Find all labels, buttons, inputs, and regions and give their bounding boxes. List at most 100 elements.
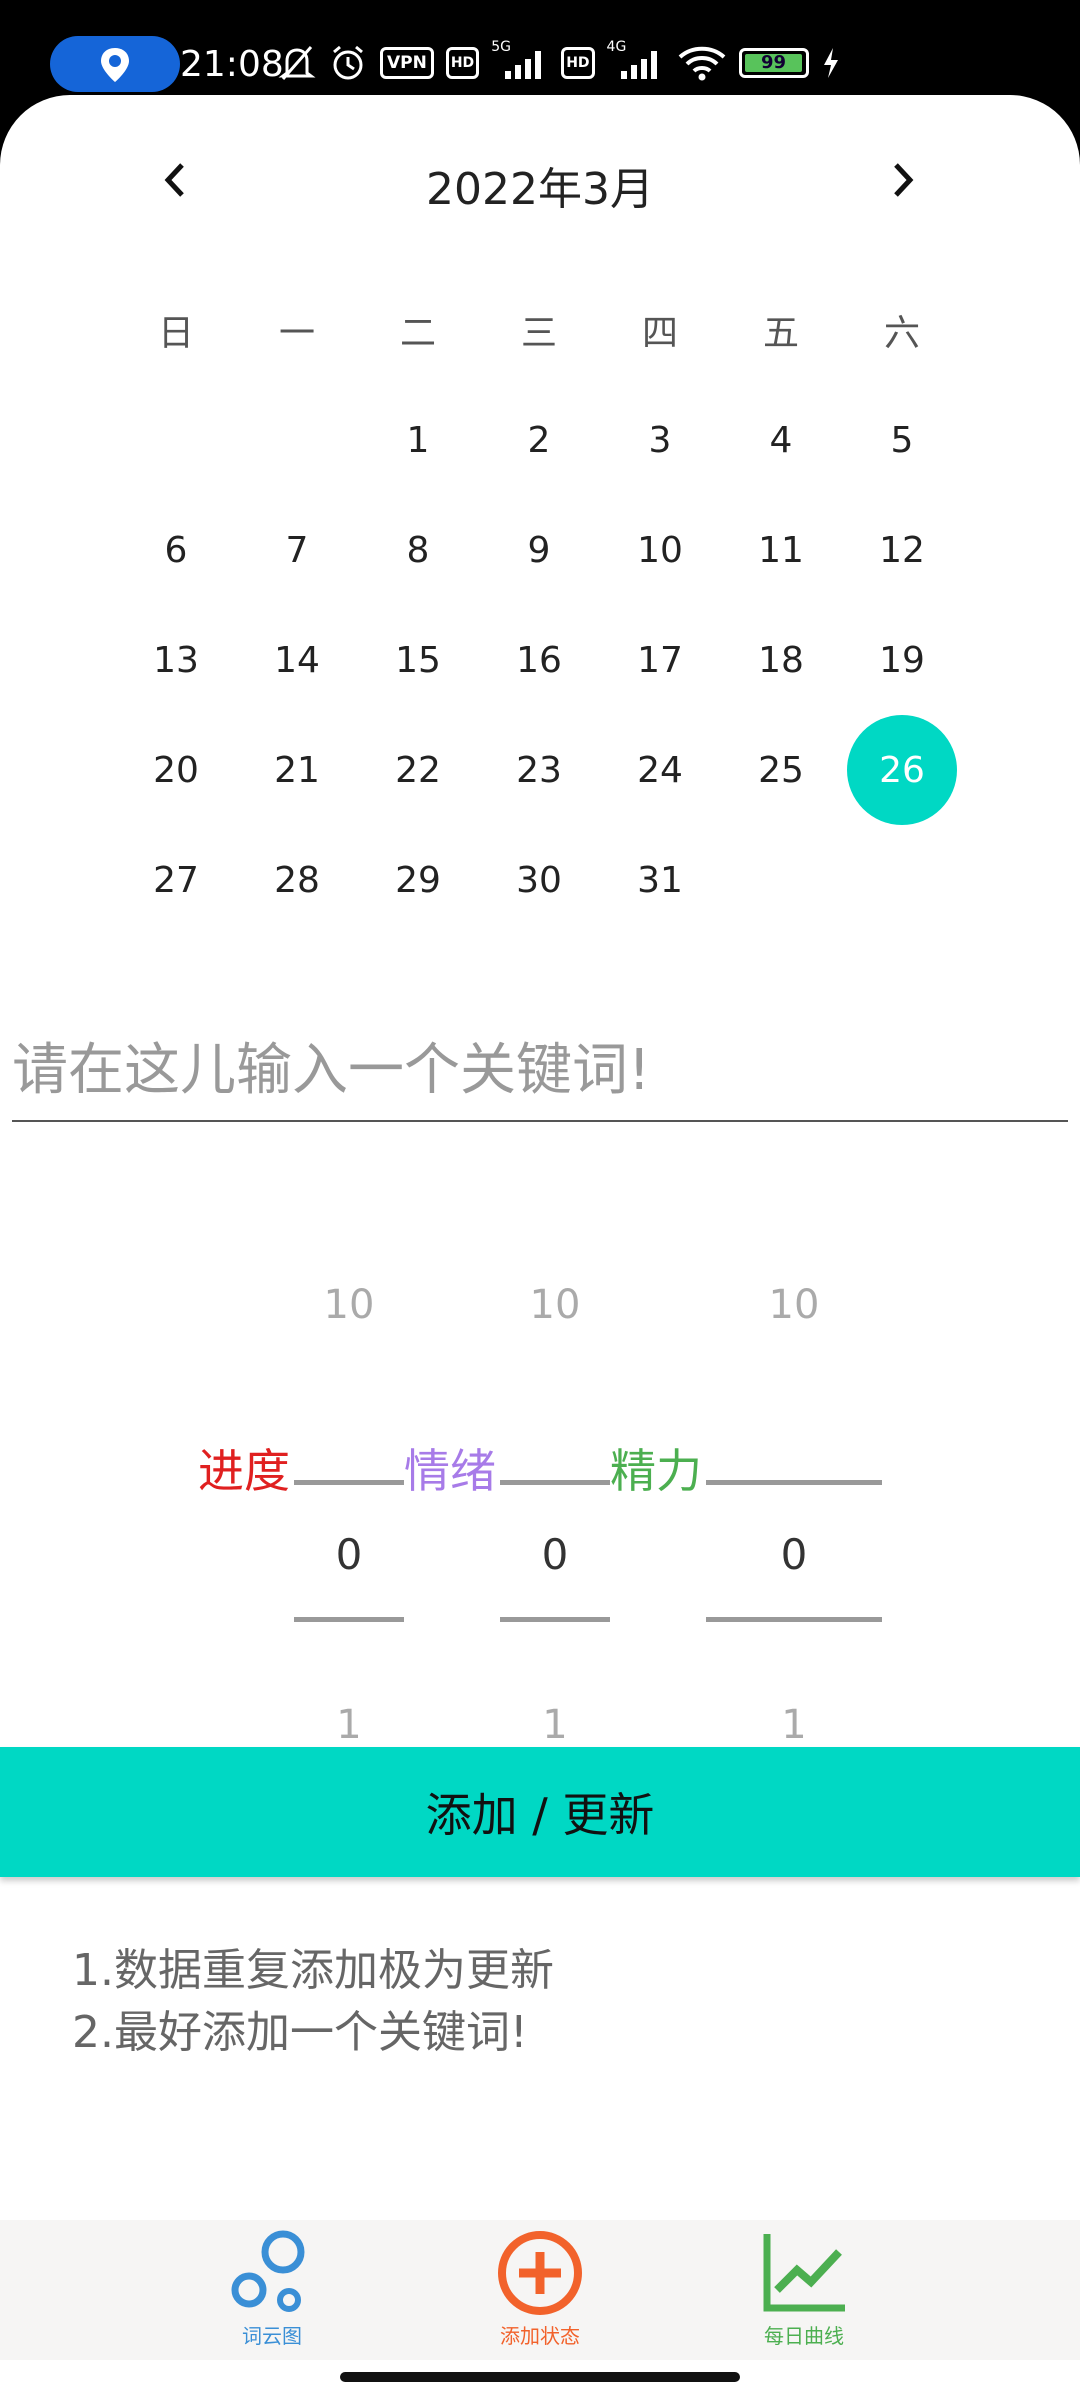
calendar-day[interactable]: 14 — [242, 605, 352, 715]
wifi-icon — [677, 43, 727, 83]
calendar-day[interactable]: 3 — [605, 385, 715, 495]
calendar-day[interactable]: 21 — [242, 715, 352, 825]
progress-picker[interactable]: 10 0 1 — [294, 1275, 404, 1755]
weekday-label: 四 — [641, 313, 678, 354]
calendar-day[interactable]: 16 — [484, 605, 594, 715]
picker-min-value: 1 — [781, 1702, 807, 1748]
picker-divider — [706, 1617, 882, 1622]
status-time: 21:08 — [180, 44, 284, 85]
calendar-day[interactable]: 30 — [484, 825, 594, 935]
calendar-day[interactable]: 5 — [847, 385, 957, 495]
keyword-input[interactable] — [12, 1020, 1068, 1122]
calendar-week-row: 13 14 15 16 17 18 19 — [0, 605, 1080, 715]
calendar-day[interactable]: 1 — [363, 385, 473, 495]
nav-label-word-cloud: 词云图 — [242, 2324, 302, 2348]
calendar-day[interactable]: 27 — [121, 825, 231, 935]
network-type-label-2: 4G — [606, 39, 627, 55]
weekday-label: 一 — [278, 313, 315, 354]
calendar-day[interactable]: 25 — [726, 715, 836, 825]
calendar-day[interactable]: 17 — [605, 605, 715, 715]
calendar-day[interactable]: 18 — [726, 605, 836, 715]
calendar-week-row: 20 21 22 23 24 25 26 — [0, 715, 1080, 825]
picker-min-value: 1 — [542, 1702, 568, 1748]
calendar-day[interactable]: 23 — [484, 715, 594, 825]
status-bar: 21:08 VPN HD 5G HD 4G 99 — [0, 0, 1080, 100]
calendar-day[interactable]: 22 — [363, 715, 473, 825]
calendar-day[interactable]: 11 — [726, 495, 836, 605]
calendar-day[interactable]: 31 — [605, 825, 715, 935]
network-type-label: 5G — [491, 39, 511, 55]
weekday-label: 三 — [520, 313, 557, 354]
mute-bell-icon — [278, 43, 316, 83]
calendar-day[interactable]: 13 — [121, 605, 231, 715]
vpn-badge: VPN — [380, 47, 434, 79]
calendar-week-row: 6 7 8 9 10 11 12 — [0, 495, 1080, 605]
mood-picker[interactable]: 10 0 1 — [500, 1275, 610, 1755]
battery-level: 99 — [761, 52, 787, 73]
picker-divider — [706, 1480, 882, 1485]
nav-label-add-status: 添加状态 — [500, 2324, 580, 2348]
calendar-day[interactable]: 19 — [847, 605, 957, 715]
signal-icon-2: 4G — [607, 39, 665, 83]
line-chart-icon — [763, 2234, 845, 2312]
calendar-day[interactable]: 10 — [605, 495, 715, 605]
calendar-day[interactable]: 9 — [484, 495, 594, 605]
picker-min-value: 1 — [336, 1702, 362, 1748]
picker-max-value: 10 — [529, 1282, 581, 1328]
picker-max-value: 10 — [323, 1282, 375, 1328]
picker-divider — [500, 1617, 610, 1622]
calendar-day[interactable]: 20 — [121, 715, 231, 825]
picker-max-value: 10 — [768, 1282, 820, 1328]
chevron-right-icon — [894, 163, 914, 197]
nav-item-daily-curve[interactable]: 每日曲线 — [704, 2228, 904, 2358]
calendar-day[interactable]: 6 — [121, 495, 231, 605]
nav-item-word-cloud[interactable]: 词云图 — [172, 2228, 372, 2358]
home-indicator[interactable] — [340, 2372, 740, 2382]
energy-label: 精力 — [610, 1444, 702, 1498]
note-line: 2.最好添加一个关键词! — [72, 2007, 528, 2058]
mood-label: 情绪 — [404, 1444, 496, 1498]
picker-divider — [294, 1480, 404, 1485]
progress-label: 进度 — [198, 1444, 290, 1498]
weekday-label: 二 — [399, 313, 436, 354]
location-icon — [101, 48, 129, 82]
bubbles-icon — [231, 2230, 305, 2312]
nav-item-add-status[interactable]: 添加状态 — [440, 2228, 640, 2358]
note-line: 1.数据重复添加极为更新 — [72, 1945, 554, 1996]
calendar-day-selected[interactable]: 26 — [847, 715, 957, 825]
calendar-day[interactable]: 12 — [847, 495, 957, 605]
picker-current-value: 0 — [541, 1530, 569, 1579]
weekday-label: 五 — [762, 313, 799, 354]
picker-current-value: 0 — [335, 1530, 363, 1579]
calendar-header: 2022年3月 — [0, 135, 1080, 225]
calendar-day[interactable]: 28 — [242, 825, 352, 935]
picker-divider — [500, 1480, 610, 1485]
location-pill[interactable] — [50, 36, 180, 92]
calendar-day[interactable]: 24 — [605, 715, 715, 825]
weekday-row: 日 一 二 三 四 五 六 — [0, 275, 1080, 385]
calendar-day[interactable]: 2 — [484, 385, 594, 495]
picker-current-value: 0 — [780, 1530, 808, 1579]
picker-divider — [294, 1617, 404, 1622]
calendar-week-row: 27 28 29 30 31 — [0, 825, 1080, 935]
calendar-day[interactable]: 7 — [242, 495, 352, 605]
energy-picker[interactable]: 10 0 1 — [706, 1275, 882, 1755]
weekday-label: 日 — [157, 313, 194, 354]
alarm-icon — [328, 43, 368, 83]
hd-badge: HD — [445, 47, 480, 79]
hd-badge-2: HD — [561, 47, 595, 79]
calendar-day[interactable]: 8 — [363, 495, 473, 605]
calendar-day[interactable]: 15 — [363, 605, 473, 715]
plus-circle-icon — [498, 2231, 582, 2315]
nav-label-daily-curve: 每日曲线 — [764, 2324, 844, 2348]
charging-icon — [821, 46, 841, 80]
bottom-nav: 词云图 添加状态 每日曲线 — [0, 2220, 1080, 2360]
weekday-label: 六 — [883, 313, 920, 354]
notes: 1.数据重复添加极为更新 2.最好添加一个关键词! — [72, 1940, 554, 2064]
next-month-button[interactable] — [868, 145, 938, 215]
add-update-button[interactable]: 添加 / 更新 — [0, 1747, 1080, 1877]
calendar-day[interactable]: 4 — [726, 385, 836, 495]
battery-icon: 99 — [738, 48, 809, 78]
signal-icon: 5G — [491, 39, 549, 83]
calendar-day[interactable]: 29 — [363, 825, 473, 935]
